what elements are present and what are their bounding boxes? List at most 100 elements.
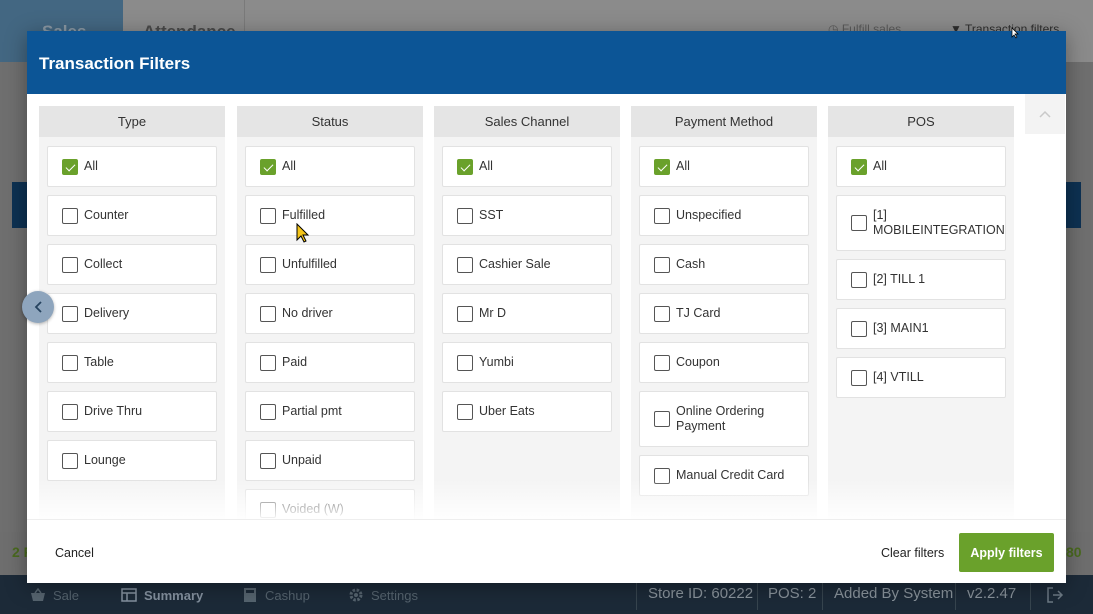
checkbox[interactable]	[260, 452, 276, 469]
checkbox[interactable]	[260, 256, 276, 273]
filter-option[interactable]: All	[47, 146, 217, 187]
filter-option[interactable]: Cash	[639, 244, 809, 285]
option-label: Uber Eats	[479, 404, 535, 418]
filter-option[interactable]: [2] TILL 1	[836, 259, 1006, 300]
checkbox[interactable]	[654, 411, 670, 427]
cancel-button[interactable]: Cancel	[55, 546, 94, 560]
filter-option[interactable]: Manual Credit Card	[639, 455, 809, 496]
modal-title: Transaction Filters	[39, 54, 191, 73]
filter-option[interactable]: Collect	[47, 244, 217, 285]
nav-summary[interactable]: Summary	[121, 587, 203, 603]
option-label: Online Ordering Payment	[676, 404, 765, 433]
checkbox[interactable]	[260, 354, 276, 371]
checkbox[interactable]	[851, 215, 867, 231]
store-id: Store ID: 60222	[648, 585, 754, 602]
checkbox[interactable]	[62, 452, 78, 469]
checkbox[interactable]	[62, 207, 78, 224]
filter-option[interactable]: Cashier Sale	[442, 244, 612, 285]
app-version: v2.2.47	[967, 585, 1017, 602]
filter-column-pos: POS All [1] MOBILEINTEGRATION [2] TILL 1 [3]…	[828, 106, 1014, 519]
filter-option[interactable]: Unpaid	[245, 440, 415, 481]
option-label: Mr D	[479, 306, 507, 320]
filter-option[interactable]: Uber Eats	[442, 391, 612, 432]
checkbox[interactable]	[260, 207, 276, 224]
option-label: No driver	[282, 306, 333, 320]
option-label: Counter	[84, 208, 129, 222]
filter-option[interactable]: All	[245, 146, 415, 187]
checkbox[interactable]	[62, 403, 78, 420]
option-label: [2] TILL 1	[873, 272, 926, 286]
filter-option[interactable]: Unfulfilled	[245, 244, 415, 285]
checkbox[interactable]	[654, 207, 670, 224]
option-label: Table	[84, 355, 114, 369]
logout-icon[interactable]	[1046, 586, 1064, 604]
filter-option[interactable]: No driver	[245, 293, 415, 334]
checkbox[interactable]	[654, 467, 670, 484]
checkbox[interactable]	[851, 320, 867, 337]
filter-option[interactable]: Delivery	[47, 293, 217, 334]
checkbox[interactable]	[62, 305, 78, 322]
checkbox[interactable]	[260, 158, 276, 175]
calculator-icon	[244, 588, 256, 602]
filter-option[interactable]: SST	[442, 195, 612, 236]
filter-option[interactable]: Table	[47, 342, 217, 383]
option-label: TJ Card	[676, 306, 721, 320]
option-label: Delivery	[84, 306, 130, 320]
filter-option[interactable]: Drive Thru	[47, 391, 217, 432]
checkbox[interactable]	[851, 369, 867, 386]
checkbox[interactable]	[260, 501, 276, 518]
filter-option[interactable]: Lounge	[47, 440, 217, 481]
nav-cashup[interactable]: Cashup	[242, 587, 310, 603]
option-label: SST	[479, 208, 504, 222]
nav-settings[interactable]: Settings	[348, 587, 418, 603]
filter-option[interactable]: Mr D	[442, 293, 612, 334]
chevron-left-icon	[34, 301, 42, 313]
checkbox[interactable]	[62, 256, 78, 273]
modal-header: Transaction Filters	[27, 31, 1066, 94]
checkbox[interactable]	[457, 256, 473, 273]
filter-option[interactable]: All	[639, 146, 809, 187]
filter-option[interactable]: Partial pmt	[245, 391, 415, 432]
checkbox[interactable]	[654, 354, 670, 371]
filter-option[interactable]: Counter	[47, 195, 217, 236]
option-label: Unspecified	[676, 208, 742, 222]
previous-button[interactable]	[22, 291, 54, 323]
option-label: All	[479, 159, 493, 173]
apply-filters-button[interactable]: Apply filters	[959, 533, 1054, 572]
filter-option[interactable]: All	[836, 146, 1006, 187]
nav-sale[interactable]: Sale	[30, 587, 79, 603]
checkbox[interactable]	[654, 158, 670, 175]
transaction-filters-modal: Transaction Filters Type All Counter Collec…	[27, 31, 1066, 583]
filter-option[interactable]: [4] VTILL	[836, 357, 1006, 398]
clear-filters-button[interactable]: Clear filters	[881, 546, 944, 560]
filter-option[interactable]: [1] MOBILEINTEGRATION	[836, 195, 1006, 251]
checkbox[interactable]	[260, 403, 276, 420]
filter-option[interactable]: Voided (W)	[245, 489, 415, 519]
filter-option[interactable]: Unspecified	[639, 195, 809, 236]
filter-option[interactable]: Paid	[245, 342, 415, 383]
checkbox[interactable]	[457, 305, 473, 322]
filter-option[interactable]: TJ Card	[639, 293, 809, 334]
filter-option[interactable]: Yumbi	[442, 342, 612, 383]
filter-option[interactable]: All	[442, 146, 612, 187]
scroll-up-button[interactable]	[1025, 94, 1065, 134]
option-label: All	[84, 159, 98, 173]
checkbox[interactable]	[62, 354, 78, 371]
checkbox[interactable]	[62, 158, 78, 175]
checkbox[interactable]	[457, 207, 473, 224]
checkbox[interactable]	[260, 305, 276, 322]
filter-option[interactable]: Online Ordering Payment	[639, 391, 809, 447]
mouse-cursor-icon	[296, 223, 310, 243]
filter-option[interactable]: Fulfilled	[245, 195, 415, 236]
checkbox[interactable]	[654, 256, 670, 273]
checkbox[interactable]	[851, 158, 867, 175]
column-heading: Payment Method	[631, 106, 817, 137]
checkbox[interactable]	[851, 271, 867, 288]
checkbox[interactable]	[457, 158, 473, 175]
option-label: All	[282, 159, 296, 173]
checkbox[interactable]	[654, 305, 670, 322]
filter-option[interactable]: Coupon	[639, 342, 809, 383]
filter-option[interactable]: [3] MAIN1	[836, 308, 1006, 349]
checkbox[interactable]	[457, 403, 473, 420]
checkbox[interactable]	[457, 354, 473, 371]
